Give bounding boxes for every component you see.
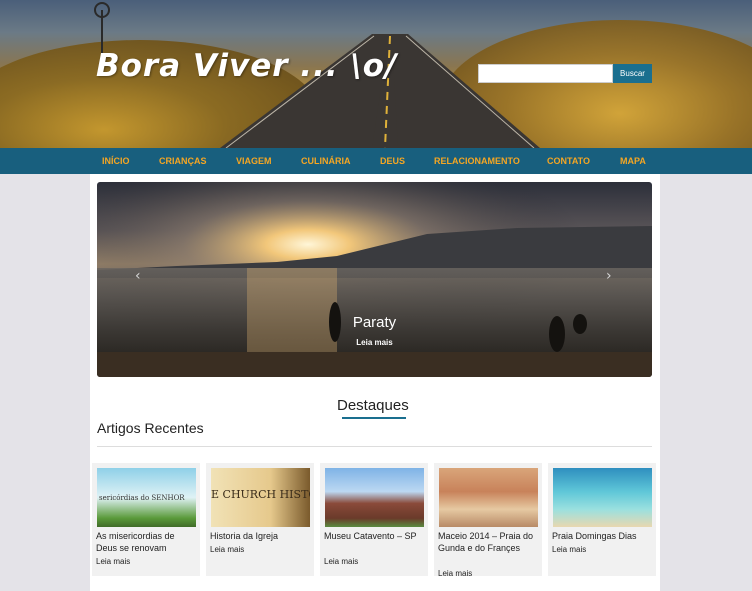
nav-item-inicio[interactable]: INÍCIO bbox=[102, 148, 130, 174]
featured-heading: Destaques bbox=[337, 397, 409, 414]
nav-item-culinaria[interactable]: CULINÁRIA bbox=[301, 148, 351, 174]
thumbnail-caption: sericórdias do SENHOR bbox=[99, 494, 185, 502]
article-read-more-link[interactable]: Leia mais bbox=[438, 569, 472, 578]
nav-item-deus[interactable]: DEUS bbox=[380, 148, 405, 174]
featured-underline bbox=[342, 417, 406, 419]
thumbnail-caption: E CHURCH HISTO bbox=[211, 488, 310, 501]
article-thumbnail[interactable] bbox=[325, 468, 424, 527]
nav-item-contato[interactable]: CONTATO bbox=[547, 148, 590, 174]
article-title[interactable]: Praia Domingas Dias bbox=[552, 530, 654, 542]
article-read-more-link[interactable]: Leia mais bbox=[324, 557, 358, 566]
article-card[interactable]: Museu Catavento – SP Leia mais bbox=[320, 463, 428, 576]
article-card[interactable]: Praia Domingas Dias Leia mais bbox=[548, 463, 656, 576]
nav-item-relacionamento[interactable]: RELACIONAMENTO bbox=[434, 148, 520, 174]
article-title[interactable]: Maceio 2014 – Praia do Gunda e do Françe… bbox=[438, 530, 540, 554]
slider-prev-icon[interactable]: ‹ bbox=[135, 268, 141, 284]
article-thumbnail[interactable]: sericórdias do SENHOR bbox=[97, 468, 196, 527]
nav-item-criancas[interactable]: CRIANÇAS bbox=[159, 148, 207, 174]
article-thumbnail[interactable] bbox=[439, 468, 538, 527]
featured-slider[interactable] bbox=[97, 182, 652, 377]
nav-item-mapa[interactable]: MAPA bbox=[620, 148, 646, 174]
site-title[interactable]: Bora Viver ... \o/ bbox=[96, 48, 397, 84]
search-input[interactable] bbox=[478, 64, 613, 83]
nav-item-viagem[interactable]: VIAGEM bbox=[236, 148, 272, 174]
article-title[interactable]: As misericordias de Deus se renovam bbox=[96, 530, 198, 554]
article-title[interactable]: Historia da Igreja bbox=[210, 530, 312, 542]
article-title[interactable]: Museu Catavento – SP bbox=[324, 530, 426, 542]
article-card[interactable]: E CHURCH HISTO Historia da Igreja Leia m… bbox=[206, 463, 314, 576]
section-divider bbox=[97, 446, 652, 447]
article-read-more-link[interactable]: Leia mais bbox=[552, 545, 586, 554]
article-thumbnail[interactable] bbox=[553, 468, 652, 527]
search-button[interactable]: Buscar bbox=[613, 64, 652, 83]
article-thumbnail[interactable]: E CHURCH HISTO bbox=[211, 468, 310, 527]
article-read-more-link[interactable]: Leia mais bbox=[210, 545, 244, 554]
main-nav: INÍCIO CRIANÇAS VIAGEM CULINÁRIA DEUS RE… bbox=[0, 148, 752, 174]
recent-articles-heading: Artigos Recentes bbox=[97, 420, 204, 436]
slide-image bbox=[97, 182, 652, 377]
slide-title[interactable]: Paraty bbox=[97, 314, 652, 331]
article-card[interactable]: sericórdias do SENHOR As misericordias d… bbox=[92, 463, 200, 576]
article-read-more-link[interactable]: Leia mais bbox=[96, 557, 130, 566]
slider-next-icon[interactable]: › bbox=[606, 268, 612, 284]
slide-read-more-link[interactable]: Leia mais bbox=[97, 338, 652, 347]
article-card[interactable]: Maceio 2014 – Praia do Gunda e do Françe… bbox=[434, 463, 542, 578]
